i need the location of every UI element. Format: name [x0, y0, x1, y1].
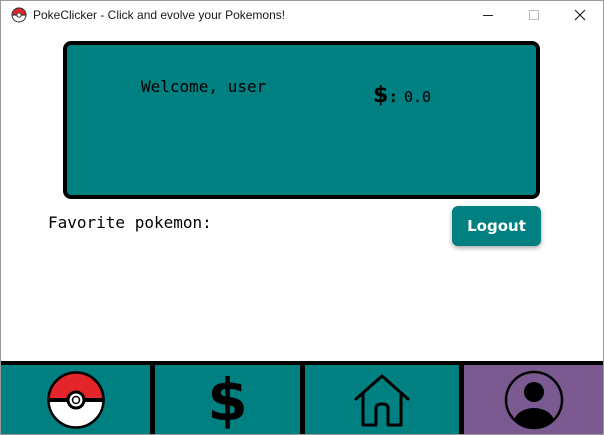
minimize-icon — [483, 15, 493, 16]
main-content: Welcome, user $ : 0.0 Favorite pokemon: … — [1, 29, 603, 361]
pokeball-icon — [46, 370, 105, 429]
close-button[interactable] — [557, 1, 603, 29]
user-icon — [504, 370, 563, 429]
window-title: PokeClicker - Click and evolve your Poke… — [33, 8, 286, 22]
home-icon — [354, 374, 410, 426]
bottom-navbar: $ — [1, 361, 603, 434]
window-controls — [465, 1, 603, 29]
welcome-text: Welcome, user — [141, 77, 267, 96]
app-window: PokeClicker - Click and evolve your Poke… — [0, 0, 604, 435]
close-icon — [574, 9, 586, 21]
maximize-button[interactable] — [511, 1, 557, 29]
title-bar: PokeClicker - Click and evolve your Poke… — [1, 1, 603, 29]
nav-shop[interactable]: $ — [155, 365, 300, 434]
balance-display: $ : 0.0 — [373, 83, 431, 108]
user-info-card: Welcome, user $ : 0.0 — [63, 41, 540, 199]
nav-home[interactable] — [305, 365, 459, 434]
maximize-icon — [529, 10, 539, 20]
dollar-icon: $ — [207, 365, 248, 434]
nav-profile[interactable] — [464, 365, 603, 434]
favorite-pokemon-label: Favorite pokemon: — [48, 213, 212, 232]
nav-pokeball[interactable] — [1, 365, 150, 434]
minimize-button[interactable] — [465, 1, 511, 29]
balance-separator: : — [388, 87, 398, 106]
balance-value: 0.0 — [403, 88, 432, 106]
pokeball-app-icon — [11, 7, 27, 23]
logout-button[interactable]: Logout — [452, 206, 541, 246]
dollar-sign: $ — [373, 83, 389, 108]
favorite-pokemon-text: Favorite pokemon: — [48, 213, 212, 232]
